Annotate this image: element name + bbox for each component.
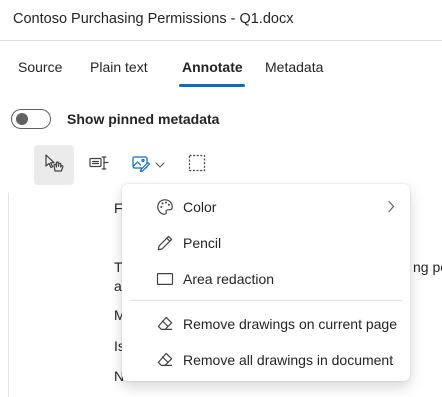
menu-item-label: Area redaction xyxy=(183,271,275,287)
draw-tool-dropdown-button[interactable] xyxy=(126,145,170,185)
menu-item-remove-drawings-current-page[interactable]: Remove drawings on current page xyxy=(122,307,410,341)
menu-divider xyxy=(130,300,402,301)
tab-metadata[interactable]: Metadata xyxy=(265,59,323,75)
menu-item-label: Remove drawings on current page xyxy=(183,316,398,332)
menu-item-label: Color xyxy=(183,199,217,215)
menu-item-label: Pencil xyxy=(183,235,222,251)
select-tool-button[interactable] xyxy=(34,145,74,185)
title-bar: Contoso Purchasing Permissions - Q1.docx xyxy=(0,0,442,41)
hand-select-icon xyxy=(43,152,65,179)
area-select-icon xyxy=(188,154,206,177)
menu-item-pencil[interactable]: Pencil xyxy=(122,226,410,260)
chevron-down-icon xyxy=(155,156,165,174)
document-text: ng pe xyxy=(413,259,442,275)
image-edit-icon xyxy=(131,154,151,177)
chevron-right-icon xyxy=(387,200,395,218)
rectangle-icon xyxy=(156,270,174,288)
eraser-icon xyxy=(156,315,174,333)
menu-item-label: Remove all drawings in document xyxy=(183,352,394,368)
pencil-icon xyxy=(156,234,174,252)
show-pinned-metadata-label: Show pinned metadata xyxy=(67,111,220,127)
eraser-icon xyxy=(156,351,174,369)
menu-item-color[interactable]: Color xyxy=(122,190,410,224)
text-redaction-icon xyxy=(88,155,110,176)
tab-plain-text[interactable]: Plain text xyxy=(90,59,148,75)
drawing-options-menu: Color Pencil Area redaction Remove drawi… xyxy=(122,184,410,381)
tab-source[interactable]: Source xyxy=(18,59,62,75)
show-pinned-metadata-toggle[interactable] xyxy=(11,109,51,129)
area-select-tool-button[interactable] xyxy=(184,145,210,185)
document-title: Contoso Purchasing Permissions - Q1.docx xyxy=(13,11,294,27)
menu-item-remove-all-drawings[interactable]: Remove all drawings in document xyxy=(122,343,410,377)
active-tab-indicator xyxy=(179,84,245,87)
menu-item-area-redaction[interactable]: Area redaction xyxy=(122,262,410,296)
palette-icon xyxy=(156,198,174,216)
toggle-knob xyxy=(16,113,28,125)
tab-annotate[interactable]: Annotate xyxy=(182,59,243,75)
text-redaction-tool-button[interactable] xyxy=(86,145,112,185)
